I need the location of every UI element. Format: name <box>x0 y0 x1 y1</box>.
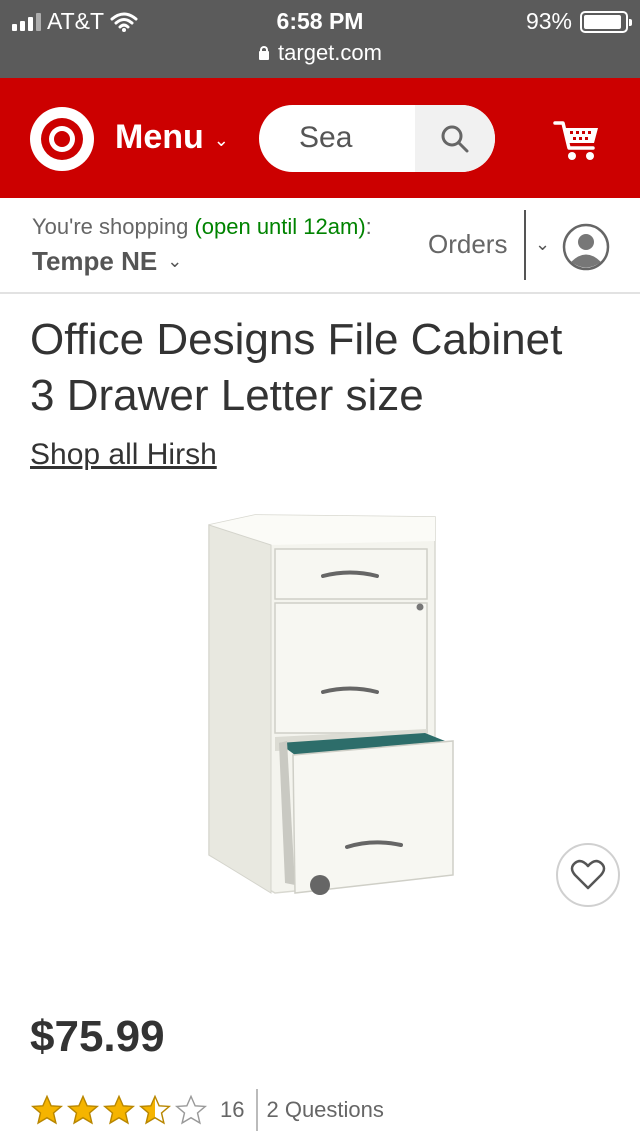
star-icon <box>66 1094 100 1125</box>
battery: 93% <box>525 8 632 35</box>
search-box[interactable]: Sea <box>259 105 495 172</box>
open-hours: (open until 12am) <box>194 214 366 239</box>
favorite-button[interactable] <box>556 843 620 907</box>
menu-button[interactable]: Menu ⌄ <box>115 118 229 157</box>
lock-icon <box>258 46 270 60</box>
star-rating[interactable] <box>30 1094 208 1126</box>
product-title-line-2: 3 Drawer Letter size <box>30 371 424 420</box>
product-title-line-1: Office Designs File Cabinet <box>30 315 563 364</box>
site-header: Menu ⌄ Sea <box>0 78 640 198</box>
star-icon <box>102 1094 136 1125</box>
orders-link[interactable]: Orders <box>428 229 507 260</box>
divider <box>256 1089 259 1131</box>
search-input[interactable]: Sea <box>299 121 352 155</box>
battery-percent: 93% <box>525 8 572 34</box>
shopping-at-text: You're shopping (open until 12am): <box>32 214 372 240</box>
search-icon <box>441 125 469 152</box>
status-bar: AT&T 6:58 PM 93% target.com <box>0 0 640 78</box>
shopping-prefix: You're shopping <box>32 214 189 239</box>
divider <box>524 210 526 280</box>
questions-link[interactable]: 2 Questions <box>266 1097 383 1123</box>
store-selector[interactable]: Tempe NE ⌄ <box>32 246 182 277</box>
account-avatar-icon[interactable] <box>562 223 610 271</box>
url-text: target.com <box>278 40 382 65</box>
star-icon <box>174 1094 208 1125</box>
account-chevron-down-icon[interactable]: ⌄ <box>535 234 550 255</box>
product-title: Office Designs File Cabinet 3 Drawer Let… <box>30 312 620 424</box>
chevron-down-icon: ⌄ <box>167 251 183 271</box>
product-image[interactable] <box>195 505 465 900</box>
search-button[interactable] <box>415 105 495 172</box>
address-bar[interactable]: target.com <box>0 40 640 66</box>
review-count[interactable]: 16 <box>220 1097 244 1123</box>
heart-icon <box>570 859 606 890</box>
star-icon <box>30 1094 64 1125</box>
shop-all-brand-link[interactable]: Shop all Hirsh <box>30 438 217 472</box>
shopping-colon: : <box>365 214 372 239</box>
cart-icon[interactable] <box>553 118 601 162</box>
store-bar: You're shopping (open until 12am): Tempe… <box>0 198 640 294</box>
store-name: Tempe NE <box>32 246 158 276</box>
product-price: $75.99 <box>30 1012 165 1061</box>
target-logo-icon[interactable] <box>30 107 94 171</box>
chevron-down-icon: ⌄ <box>213 130 229 150</box>
rating-row[interactable]: 16 2 Questions <box>30 1089 384 1131</box>
battery-icon <box>580 10 632 33</box>
menu-label: Menu <box>115 118 204 156</box>
carousel-indicator-dot[interactable] <box>310 875 330 895</box>
star-icon <box>138 1094 172 1125</box>
